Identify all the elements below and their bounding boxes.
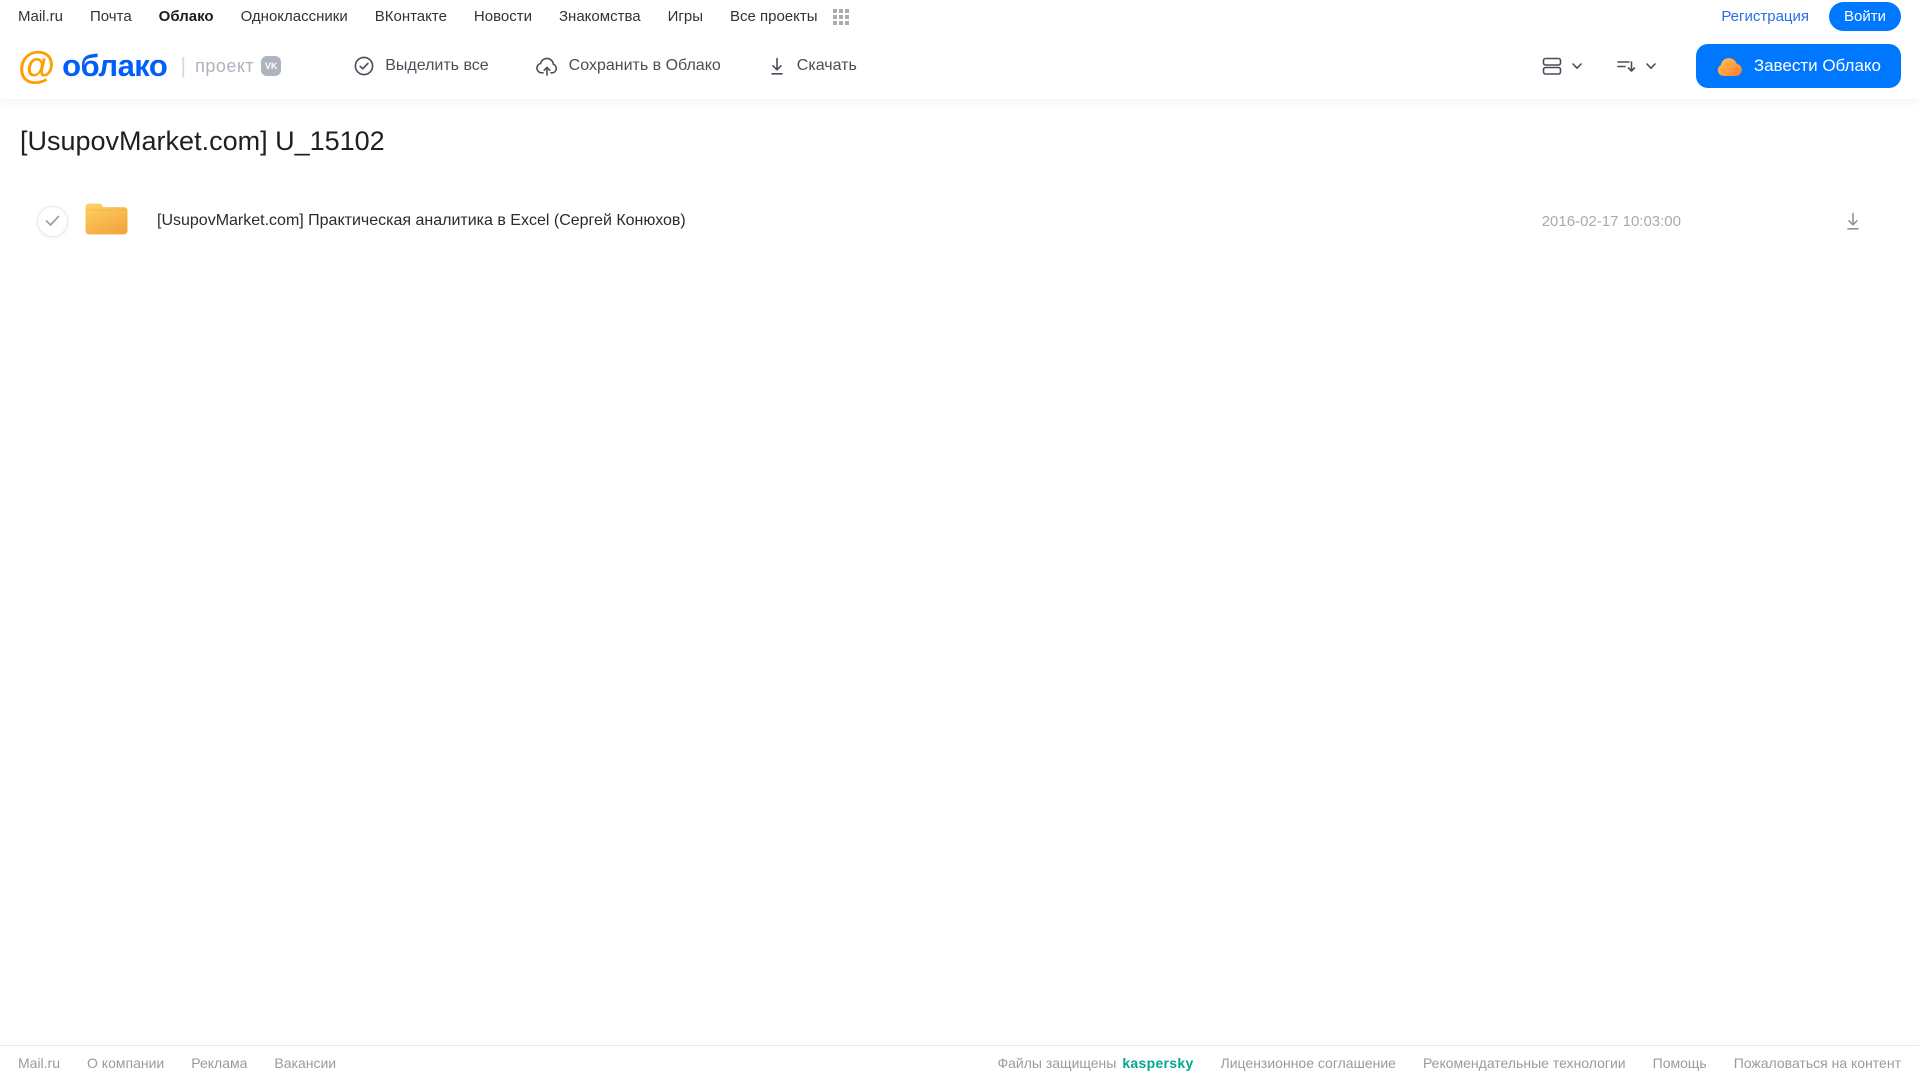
select-all-button[interactable]: Выделить все (353, 55, 489, 77)
footer-link-ads[interactable]: Реклама (191, 1055, 247, 1071)
footer-link-jobs[interactable]: Вакансии (274, 1055, 336, 1071)
protected-text: Файлы защищены (997, 1054, 1117, 1071)
get-cloud-label: Завести Облако (1753, 56, 1881, 75)
cloud-header: @ облако | проект VK Выделить все Сохран… (0, 33, 1919, 99)
vk-logo-icon: VK (261, 56, 282, 76)
folder-icon[interactable] (83, 199, 130, 243)
portal-link-vkontakte[interactable]: ВКонтакте (375, 8, 447, 25)
portal-link-pochta[interactable]: Почта (90, 8, 132, 25)
login-button[interactable]: Войти (1829, 2, 1901, 31)
file-name-link[interactable]: [UsupovMarket.com] Практическая аналитик… (157, 212, 1542, 230)
chevron-down-icon (1644, 59, 1658, 73)
project-label: проект (195, 55, 255, 76)
cloud-logo-text: облако (62, 48, 168, 83)
portal-navbar: Mail.ru Почта Облако Одноклассники ВКонт… (0, 0, 1919, 33)
file-date: 2016-02-17 10:03:00 (1541, 212, 1681, 230)
portal-link-odnoklassniki[interactable]: Одноклассники (241, 8, 348, 25)
check-icon (45, 215, 60, 227)
download-label: Скачать (796, 57, 857, 74)
download-button[interactable]: Скачать (767, 55, 857, 77)
row-download-icon[interactable] (1843, 210, 1863, 232)
portal-link-all-projects[interactable]: Все проекты (730, 8, 818, 25)
portal-link-oblako[interactable]: Облако (159, 8, 214, 25)
view-mode-dropdown[interactable] (1540, 54, 1584, 78)
footer-link-report[interactable]: Пожаловаться на контент (1734, 1055, 1901, 1071)
check-circle-icon (353, 55, 375, 77)
footer-right: Файлы защищены kaspersky Лицензионное со… (997, 1055, 1901, 1071)
list-view-icon (1540, 54, 1564, 78)
main-content: [UsupovMarket.com] U_15102 [UsupovMarket… (0, 126, 1919, 249)
footer-link-mailru[interactable]: Mail.ru (18, 1055, 60, 1071)
sort-dropdown[interactable] (1614, 54, 1658, 78)
portal-link-znakomstva[interactable]: Знакомства (559, 8, 641, 25)
download-icon (767, 55, 787, 77)
cloud-upload-icon (535, 55, 559, 77)
footer-link-about[interactable]: О компании (87, 1055, 164, 1071)
select-all-label: Выделить все (385, 57, 489, 74)
footer-link-recommendations[interactable]: Рекомендательные технологии (1423, 1055, 1626, 1071)
file-row[interactable]: [UsupovMarket.com] Практическая аналитик… (20, 193, 1899, 249)
sort-icon (1614, 54, 1638, 78)
footer-link-license[interactable]: Лицензионное соглашение (1221, 1055, 1396, 1071)
portal-link-mailru[interactable]: Mail.ru (18, 8, 63, 25)
registration-link[interactable]: Регистрация (1721, 8, 1809, 25)
header-right-controls: Завести Облако (1540, 44, 1901, 88)
cloud-logo[interactable]: @ облако (18, 45, 168, 87)
get-cloud-button[interactable]: Завести Облако (1695, 44, 1901, 88)
chevron-down-icon (1570, 59, 1584, 73)
footer: Mail.ru О компании Реклама Вакансии Файл… (0, 1045, 1919, 1079)
kaspersky-logo[interactable]: kaspersky (1122, 1055, 1193, 1071)
portal-auth-area: Регистрация Войти (1721, 2, 1901, 31)
page-title: [UsupovMarket.com] U_15102 (20, 126, 385, 156)
kaspersky-protection: Файлы защищены kaspersky (997, 1055, 1193, 1071)
row-checkbox[interactable] (37, 205, 68, 237)
save-to-cloud-label: Сохранить в Облако (568, 57, 721, 74)
footer-link-help[interactable]: Помощь (1653, 1055, 1707, 1071)
portal-link-novosti[interactable]: Новости (474, 8, 532, 25)
mailru-at-icon: @ (18, 45, 56, 87)
orange-cloud-icon (1716, 56, 1743, 77)
logo-divider: | (180, 53, 187, 78)
portal-link-igry[interactable]: Игры (668, 8, 703, 25)
apps-grid-icon[interactable] (832, 8, 849, 25)
save-to-cloud-button[interactable]: Сохранить в Облако (535, 55, 721, 77)
file-toolbar: Выделить все Сохранить в Облако Скачать (353, 55, 857, 77)
